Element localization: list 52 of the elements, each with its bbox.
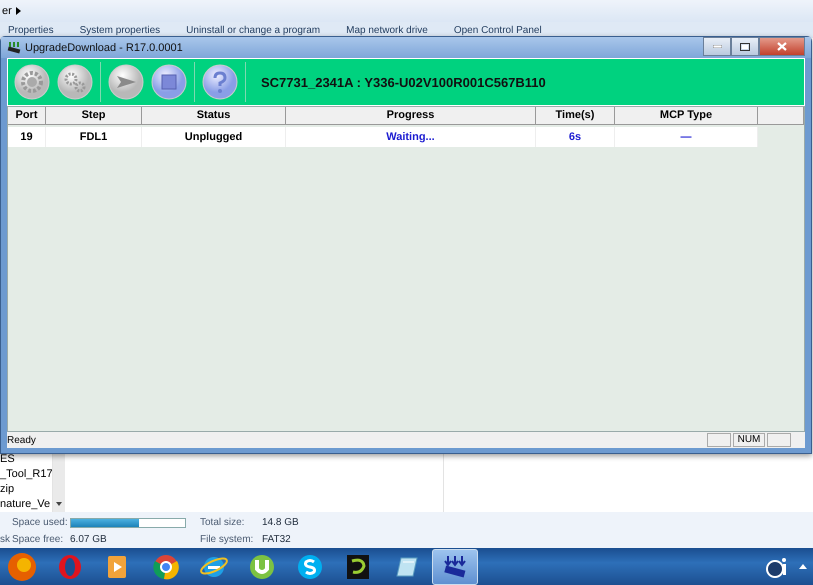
table-cell: — — [615, 127, 758, 147]
toolbar-link[interactable]: System properties — [80, 24, 160, 36]
caret-icon[interactable] — [799, 564, 807, 569]
close-button[interactable] — [759, 37, 805, 56]
table-cell: 19 — [8, 127, 46, 147]
column-header[interactable]: MCP Type — [615, 107, 758, 125]
space-free-value: 6.07 GB — [70, 534, 108, 545]
stop-button[interactable] — [151, 64, 187, 100]
status-pane — [767, 433, 791, 447]
play-button[interactable] — [108, 64, 144, 100]
column-header[interactable]: Status — [142, 107, 286, 125]
column-header[interactable]: Step — [46, 107, 142, 125]
nav-item[interactable]: ES — [0, 452, 52, 467]
cut-label: sk — [0, 534, 11, 545]
column-header[interactable]: Time(s) — [536, 107, 615, 125]
header-filler — [758, 107, 804, 125]
num-indicator: NUM — [733, 433, 765, 447]
app-icon — [7, 42, 21, 54]
total-size-value: 14.8 GB — [262, 517, 300, 528]
status-text: Ready — [7, 434, 37, 446]
minimize-button[interactable] — [703, 37, 731, 56]
device-label: SC7731_2341A : Y336-U02V100R001C567B110 — [261, 74, 546, 90]
taskbar-app[interactable] — [432, 548, 478, 584]
column-header[interactable]: Port — [8, 107, 46, 125]
close-icon — [777, 42, 787, 51]
table-cell: Unplugged — [142, 127, 286, 147]
firefox-icon — [7, 552, 37, 582]
breadcrumb-text: er — [2, 5, 12, 17]
caret-icon — [56, 502, 62, 506]
space-free-label: Space free: — [12, 534, 64, 545]
maximize-icon — [740, 42, 750, 50]
nav-item[interactable]: _Tool_R17 — [0, 467, 52, 482]
chevron-icon[interactable] — [16, 7, 21, 15]
file-system-label: File system: — [200, 534, 254, 545]
minimize-icon — [712, 45, 722, 48]
table-cell: Waiting... — [286, 127, 536, 147]
nav-item[interactable]: nature_Ve — [0, 497, 52, 512]
toolbar-link[interactable]: Map network drive — [346, 24, 428, 36]
maximize-button[interactable] — [731, 37, 759, 56]
total-size-label: Total size: — [200, 517, 246, 528]
nav-item[interactable]: zip — [0, 482, 52, 497]
table-cell: FDL1 — [46, 127, 142, 147]
file-system-value: FAT32 — [262, 534, 292, 545]
toolbar-link[interactable]: Uninstall or change a program — [186, 24, 320, 36]
window-title: UpgradeDownload - R17.0.0001 — [25, 42, 184, 54]
help-button[interactable] — [202, 64, 238, 100]
status-pane — [707, 433, 731, 447]
toolbar-link[interactable]: Open Control Panel — [454, 24, 542, 36]
column-header[interactable]: Progress — [286, 107, 536, 125]
space-used-label: Space used: — [12, 517, 69, 528]
toolbar-link[interactable]: Properties — [8, 24, 54, 36]
table-cell: 6s — [536, 127, 615, 147]
